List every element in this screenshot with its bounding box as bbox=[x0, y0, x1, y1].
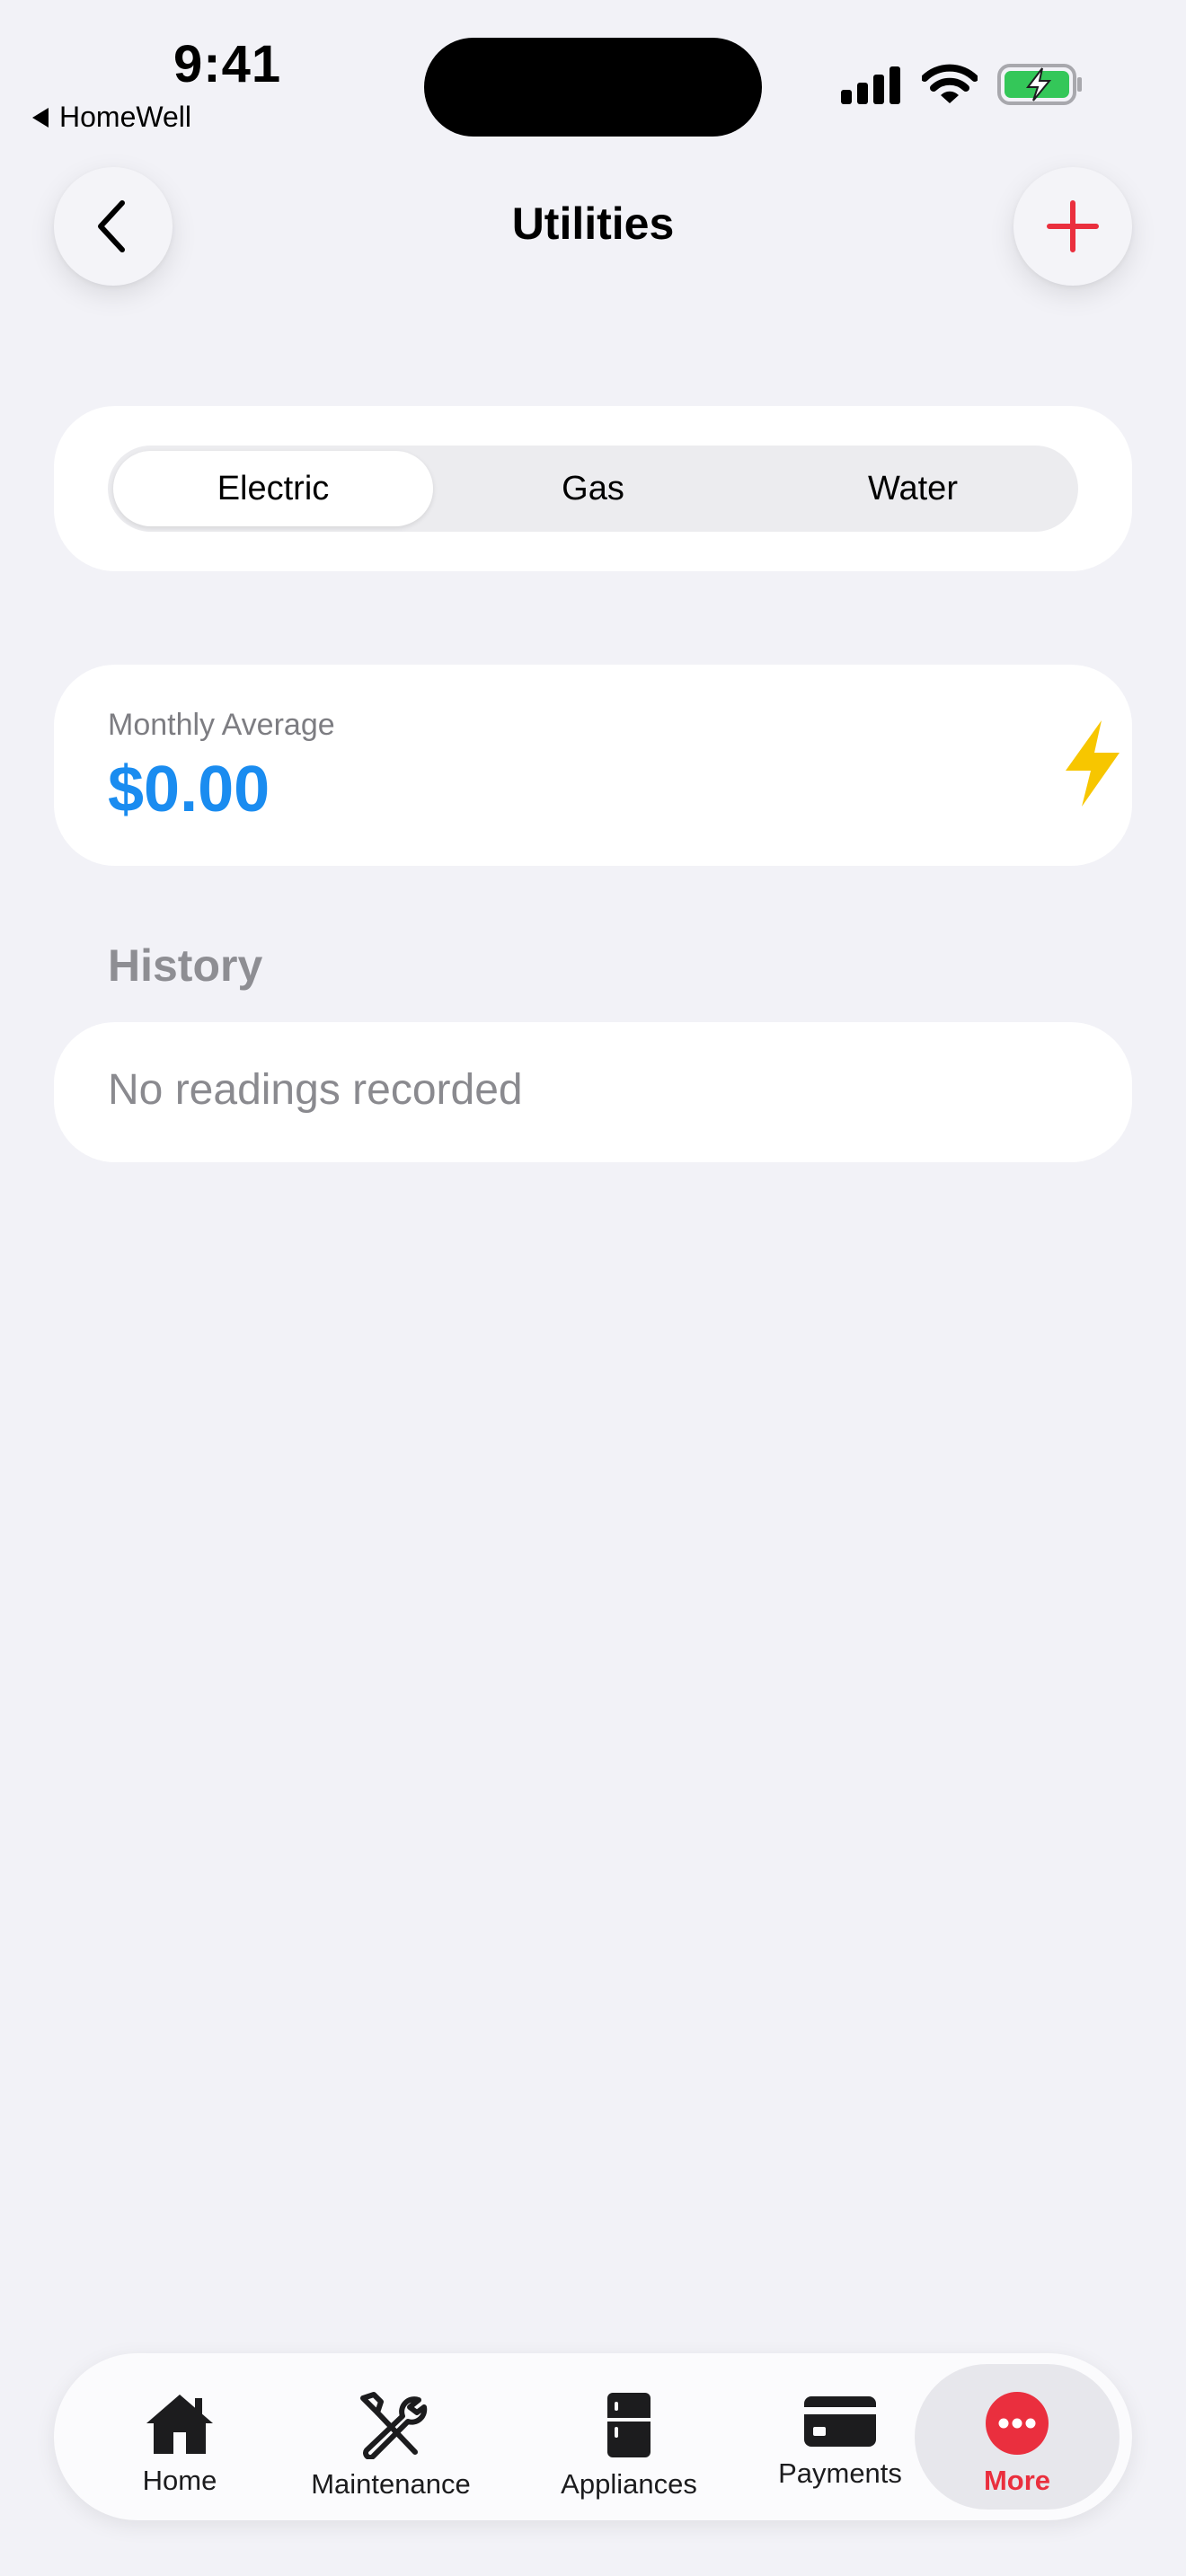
page-title: Utilities bbox=[511, 198, 675, 249]
tab-payments-label: Payments bbox=[778, 2457, 902, 2489]
status-icons bbox=[839, 63, 1084, 106]
more-icon bbox=[986, 2392, 1049, 2455]
tab-more[interactable]: More bbox=[915, 2364, 1120, 2510]
monthly-average-label: Monthly Average bbox=[108, 708, 335, 742]
tab-home-label: Home bbox=[142, 2465, 217, 2496]
tab-appliances[interactable]: Appliances bbox=[530, 2364, 728, 2510]
utilities-screen: 9:41 HomeWell Utilities Electric Gas Wat… bbox=[0, 0, 1186, 2576]
tab-appliances-label: Appliances bbox=[561, 2468, 697, 2500]
utility-segmented-control: Electric Gas Water bbox=[108, 446, 1078, 532]
segment-gas[interactable]: Gas bbox=[433, 451, 753, 526]
back-triangle-icon bbox=[32, 107, 49, 128]
monthly-average-value: $0.00 bbox=[108, 754, 270, 825]
plus-icon bbox=[1047, 200, 1099, 252]
history-heading: History bbox=[108, 940, 263, 991]
refrigerator-icon bbox=[607, 2393, 651, 2457]
status-time: 9:41 bbox=[173, 35, 282, 93]
utility-type-card: Electric Gas Water bbox=[54, 406, 1132, 571]
lightning-bolt-icon bbox=[1066, 720, 1120, 807]
back-to-app-label: HomeWell bbox=[59, 101, 191, 133]
house-icon bbox=[146, 2395, 213, 2454]
wifi-icon bbox=[922, 64, 978, 103]
tab-home[interactable]: Home bbox=[108, 2364, 252, 2510]
history-list: No readings recorded bbox=[54, 1022, 1132, 1162]
tab-payments[interactable]: Payments bbox=[755, 2364, 925, 2510]
segment-water[interactable]: Water bbox=[753, 451, 1073, 526]
monthly-average-card: Monthly Average $0.00 bbox=[54, 665, 1132, 866]
tab-more-label: More bbox=[983, 2465, 1051, 2496]
battery-charging-icon bbox=[997, 64, 1082, 105]
tab-maintenance-label: Maintenance bbox=[311, 2468, 471, 2500]
cellular-signal-icon bbox=[841, 66, 900, 104]
add-reading-button[interactable] bbox=[1013, 167, 1132, 286]
tab-maintenance[interactable]: Maintenance bbox=[288, 2364, 494, 2510]
back-to-app-link[interactable]: HomeWell bbox=[32, 101, 191, 134]
dynamic-island bbox=[424, 38, 762, 137]
segment-electric[interactable]: Electric bbox=[113, 451, 433, 526]
wrench-screwdriver-icon bbox=[360, 2392, 428, 2459]
tab-bar: Home Maintenance Appliances Payments Mor… bbox=[54, 2353, 1132, 2520]
history-empty-message: No readings recorded bbox=[108, 1066, 523, 1114]
credit-card-icon bbox=[804, 2396, 876, 2447]
